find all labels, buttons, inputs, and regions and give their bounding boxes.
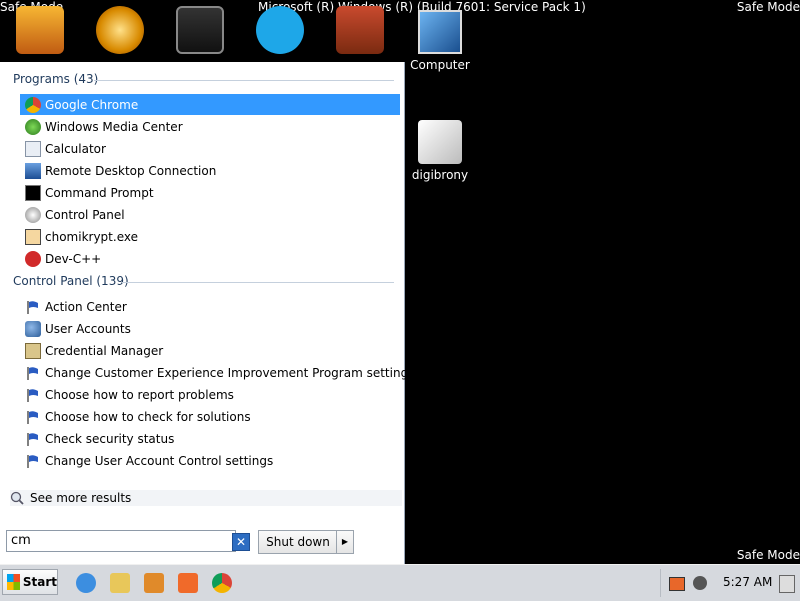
item-label: Remote Desktop Connection [45, 163, 217, 178]
item-label: Choose how to check for solutions [45, 409, 251, 424]
see-more-label: See more results [30, 491, 132, 505]
cp-item-report-problems[interactable]: Choose how to report problems [20, 384, 400, 405]
desktop-icon-label: digibrony [411, 168, 469, 182]
item-label: Command Prompt [45, 185, 154, 200]
safe-mode-label-bottom-right: Safe Mode [736, 548, 800, 562]
clock[interactable]: 5:27 AM [723, 575, 772, 589]
program-item-devcpp[interactable]: Dev-C++ [20, 248, 400, 269]
item-label: Calculator [45, 141, 106, 156]
program-item-google-chrome[interactable]: Google Chrome [20, 94, 400, 115]
cp-item-check-solutions[interactable]: Choose how to check for solutions [20, 406, 400, 427]
internet-explorer-icon[interactable] [76, 573, 96, 593]
flag-icon [25, 453, 41, 469]
item-label: Action Center [45, 299, 127, 314]
item-label: chomikrypt.exe [45, 229, 138, 244]
chrome-taskbar-icon[interactable] [212, 573, 232, 593]
flag-icon [25, 299, 41, 315]
start-label: Start [22, 575, 57, 589]
search-icon [10, 491, 24, 505]
program-item-control-panel[interactable]: Control Panel [20, 204, 400, 225]
divider [122, 282, 394, 283]
control-panel-icon [25, 206, 41, 223]
app-icon-3[interactable] [176, 6, 224, 54]
item-label: Change User Account Control settings [45, 453, 274, 468]
programs-header: Programs (43) [13, 72, 98, 88]
system-tray: 5:27 AM [660, 569, 799, 597]
media-player-icon[interactable] [144, 573, 164, 593]
item-label: Check security status [45, 431, 175, 446]
media-center-icon [25, 118, 41, 135]
program-item-remote-desktop[interactable]: Remote Desktop Connection [20, 160, 400, 181]
program-item-windows-media-center[interactable]: Windows Media Center [20, 116, 400, 137]
program-item-calculator[interactable]: Calculator [20, 138, 400, 159]
user-folder-icon [418, 120, 462, 164]
cp-item-action-center[interactable]: Action Center [20, 296, 400, 317]
item-label: Change Customer Experience Improvement P… [45, 365, 415, 380]
app-icon-1[interactable] [16, 6, 64, 54]
item-label: Choose how to report problems [45, 387, 234, 402]
cp-item-credential-manager[interactable]: Credential Manager [20, 340, 400, 361]
shut-down-options-arrow-icon[interactable]: ▶ [336, 530, 354, 554]
program-item-chomikrypt[interactable]: chomikrypt.exe [20, 226, 400, 247]
chomikrypt-icon [25, 228, 41, 245]
action-center-tray-icon[interactable] [669, 577, 685, 591]
flag-icon [25, 431, 41, 447]
control-panel-header-text: Control Panel (139) [13, 274, 129, 288]
app-taskbar-icon[interactable] [178, 573, 198, 593]
divider [94, 80, 394, 81]
search-input[interactable]: cm [6, 530, 236, 552]
network-tray-icon[interactable] [693, 576, 707, 590]
cp-item-ceip-settings[interactable]: Change Customer Experience Improvement P… [20, 362, 414, 383]
desktop-icon-digibrony[interactable]: digibrony [400, 120, 480, 182]
item-label: Google Chrome [45, 97, 139, 112]
item-label: Windows Media Center [45, 119, 183, 134]
start-menu: Programs (43) Google Chrome Windows Medi… [0, 62, 414, 564]
programs-header-text: Programs (43) [13, 72, 99, 86]
file-explorer-icon[interactable] [110, 573, 130, 593]
cp-item-uac-settings[interactable]: Change User Account Control settings [20, 450, 400, 471]
app-icon-2[interactable] [96, 6, 144, 54]
flag-icon [25, 387, 41, 403]
remote-desktop-icon [25, 162, 41, 179]
control-panel-header: Control Panel (139) [13, 274, 129, 290]
credential-icon [25, 342, 41, 359]
windows-logo-icon [7, 574, 20, 590]
desktop-icon-label: Computer [410, 58, 470, 72]
show-desktop-icon[interactable] [779, 575, 795, 593]
users-icon [25, 320, 41, 337]
shut-down-button[interactable]: Shut down [258, 530, 338, 554]
cp-item-security-status[interactable]: Check security status [20, 428, 400, 449]
command-prompt-icon [25, 184, 41, 201]
see-more-results-link[interactable]: See more results [10, 490, 402, 506]
calculator-icon [25, 140, 41, 157]
item-label: Control Panel [45, 207, 125, 222]
flag-icon [25, 365, 41, 381]
skype-icon[interactable] [256, 6, 304, 54]
start-button[interactable]: Start [2, 569, 58, 595]
taskbar: Start 5:27 AM [0, 564, 800, 601]
item-label: User Accounts [45, 321, 131, 336]
computer-icon [418, 10, 462, 54]
desktop-icon-computer[interactable]: Computer [400, 10, 480, 72]
program-item-command-prompt[interactable]: Command Prompt [20, 182, 400, 203]
chrome-icon [25, 96, 41, 113]
safe-mode-label-top-right: Safe Mode [736, 0, 800, 14]
angry-birds-seasons-icon[interactable] [336, 6, 384, 54]
cp-item-user-accounts[interactable]: User Accounts [20, 318, 400, 339]
flag-icon [25, 409, 41, 425]
devcpp-icon [25, 250, 41, 267]
item-label: Credential Manager [45, 343, 164, 358]
clear-search-icon[interactable]: ✕ [232, 533, 250, 551]
item-label: Dev-C++ [45, 251, 102, 266]
